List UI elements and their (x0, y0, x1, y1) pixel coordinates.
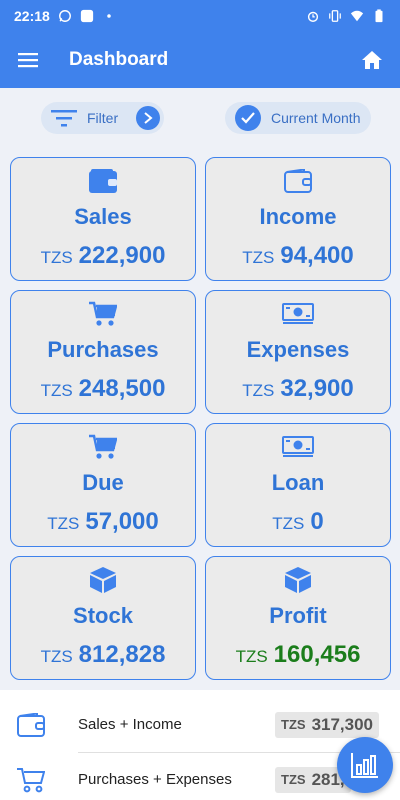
card-value: TZS 0 (272, 508, 323, 536)
menu-button[interactable] (0, 32, 56, 88)
card-currency: TZS (40, 647, 73, 666)
hamburger-icon (18, 53, 38, 68)
filter-icon (51, 110, 77, 127)
card-value: TZS 160,456 (236, 641, 361, 669)
filter-go-button[interactable] (136, 106, 160, 130)
chevron-right-icon (144, 112, 153, 124)
period-check (235, 105, 261, 131)
card-sales[interactable]: Sales TZS 222,900 (10, 157, 196, 281)
card-label: Expenses (246, 337, 350, 362)
card-value: TZS 812,828 (41, 641, 166, 669)
card-label: Sales (74, 204, 132, 229)
summary-amount: 317,300 (311, 714, 374, 734)
summary-label: Purchases + Expenses (78, 771, 232, 788)
period-chip[interactable]: Current Month (225, 102, 371, 134)
check-icon (241, 112, 255, 124)
home-icon (362, 51, 382, 69)
wallet-outline-icon (284, 166, 312, 196)
dot-icon (107, 14, 111, 18)
app-square-icon (80, 9, 93, 23)
period-label: Current Month (271, 110, 361, 126)
card-amount: 0 (310, 508, 324, 535)
wifi-icon (350, 10, 364, 22)
cart-outline-icon (16, 765, 46, 795)
card-amount: 32,900 (280, 375, 354, 402)
page-title: Dashboard (69, 49, 169, 70)
alarm-icon (307, 11, 319, 22)
card-value: TZS 222,900 (41, 242, 166, 270)
reports-fab-button[interactable] (337, 737, 393, 793)
battery-icon (375, 9, 383, 23)
bar-chart-icon (351, 753, 378, 778)
card-amount: 812,828 (78, 641, 166, 668)
card-label: Loan (271, 470, 325, 495)
card-amount: 160,456 (273, 641, 361, 668)
summary-list: Sales + Income TZS 317,300 Purchases + E… (0, 690, 400, 800)
card-label: Income (259, 204, 337, 229)
summary-currency: TZS (281, 717, 306, 732)
card-profit[interactable]: Profit TZS 160,456 (205, 556, 391, 680)
card-expenses[interactable]: Expenses TZS 32,900 (205, 290, 391, 414)
wallet-outline-icon (16, 710, 46, 740)
filter-label: Filter (87, 110, 119, 126)
card-currency: TZS (235, 647, 268, 666)
box-icon (284, 565, 312, 595)
card-label: Purchases (47, 337, 159, 362)
summary-value: TZS 317,300 (275, 711, 380, 738)
filter-bar: Filter Current Month (0, 88, 400, 148)
card-stock[interactable]: Stock TZS 812,828 (10, 556, 196, 680)
summary-row-sales-income[interactable]: Sales + Income TZS 317,300 (0, 697, 400, 753)
card-currency: TZS (242, 248, 275, 267)
card-label: Stock (73, 603, 133, 628)
card-currency: TZS (40, 248, 73, 267)
card-income[interactable]: Income TZS 94,400 (205, 157, 391, 281)
card-amount: 248,500 (78, 375, 166, 402)
filter-chip[interactable]: Filter (41, 102, 164, 134)
cart-icon (89, 432, 117, 462)
card-due[interactable]: Due TZS 57,000 (10, 423, 196, 547)
money-icon (282, 299, 314, 329)
card-amount: 94,400 (280, 242, 354, 269)
status-time: 22:18 (14, 8, 50, 24)
card-amount: 222,900 (78, 242, 166, 269)
card-currency: TZS (47, 514, 80, 533)
card-value: TZS 57,000 (47, 508, 159, 536)
card-value: TZS 94,400 (242, 242, 354, 270)
home-button[interactable] (344, 32, 400, 88)
summary-currency: TZS (281, 772, 306, 787)
card-label: Profit (269, 603, 327, 628)
whatsapp-icon (58, 10, 71, 22)
money-icon (282, 432, 314, 462)
app-bar: Dashboard (0, 32, 400, 88)
card-loan[interactable]: Loan TZS 0 (205, 423, 391, 547)
card-purchases[interactable]: Purchases TZS 248,500 (10, 290, 196, 414)
status-bar: 22:18 (0, 0, 400, 32)
card-value: TZS 32,900 (242, 375, 354, 403)
cart-icon (89, 299, 117, 329)
card-currency: TZS (40, 381, 73, 400)
card-currency: TZS (242, 381, 275, 400)
card-currency: TZS (272, 514, 305, 533)
wallet-icon (89, 166, 117, 196)
card-label: Due (82, 470, 124, 495)
summary-label: Sales + Income (78, 716, 182, 733)
vibrate-icon (329, 10, 341, 22)
card-value: TZS 248,500 (41, 375, 166, 403)
card-amount: 57,000 (85, 508, 159, 535)
box-icon (89, 565, 117, 595)
